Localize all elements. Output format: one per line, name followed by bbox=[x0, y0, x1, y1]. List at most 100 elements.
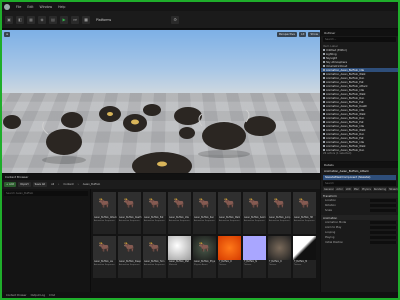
details-actor-name: Animation_Asian_Buffalo_Attack bbox=[324, 169, 369, 173]
asset-type: Animation Sequence bbox=[269, 219, 290, 222]
actor-icon bbox=[323, 129, 325, 131]
cmd-input[interactable]: Cmd bbox=[49, 294, 55, 297]
details-filter-tab[interactable]: Misc bbox=[352, 187, 360, 191]
asset-tile[interactable]: T_Buffalo_M Texture bbox=[293, 236, 316, 278]
actor-icon bbox=[323, 145, 325, 147]
asset-tile[interactable]: 🐂 Asian_Buffalo_Idle Animation Sequence bbox=[168, 192, 191, 234]
asset-tile[interactable]: T_Buffalo_R Texture bbox=[268, 236, 291, 278]
outliner-search-input[interactable]: Search... bbox=[323, 37, 396, 42]
import-button[interactable]: Import bbox=[18, 182, 31, 187]
breadcrumb-folder[interactable]: Asian_Buffalo bbox=[83, 183, 100, 186]
actor-icon bbox=[323, 141, 325, 143]
menu-edit[interactable]: Edit bbox=[27, 5, 33, 9]
status-bar: Content Drawer Output Log Cmd bbox=[2, 292, 398, 298]
mode-select-icon[interactable]: ◧ bbox=[16, 15, 24, 24]
buffalo-model bbox=[46, 129, 82, 155]
asset-tile[interactable]: T_Buffalo_D Texture bbox=[218, 236, 241, 278]
outliner-panel: Outliner Search... Item Label Untitled (… bbox=[321, 30, 398, 161]
content-folder-tree[interactable]: Search Asian_Buffalo bbox=[2, 189, 91, 298]
menu-file[interactable]: File bbox=[16, 5, 21, 9]
actor-icon bbox=[323, 81, 325, 83]
asset-thumbnail bbox=[268, 236, 291, 260]
actor-icon bbox=[323, 65, 325, 67]
property-value-field[interactable] bbox=[370, 198, 396, 203]
play-icon[interactable]: ▶ bbox=[60, 15, 68, 24]
asset-tile[interactable]: 🐂 Asian_Buffalo_Turn Animation Sequence bbox=[143, 236, 166, 278]
asset-tile[interactable]: 🐂 Asian_Buffalo_Hit Animation Sequence bbox=[293, 192, 316, 234]
property-value-field[interactable] bbox=[370, 220, 396, 225]
menu-help[interactable]: Help bbox=[58, 5, 65, 9]
save-all-button[interactable]: Save All bbox=[32, 182, 48, 187]
details-search-input[interactable]: Search bbox=[323, 181, 396, 186]
actor-icon bbox=[323, 97, 325, 99]
asset-type: Material bbox=[169, 263, 178, 266]
blueprint-icon[interactable]: ◈ bbox=[38, 15, 46, 24]
asset-thumbnail bbox=[218, 236, 241, 260]
breadcrumb-all[interactable]: All bbox=[51, 183, 54, 186]
asset-tile[interactable]: 🐂 Asian_Buffalo_Sleep Animation Sequence bbox=[118, 236, 141, 278]
actor-icon bbox=[323, 73, 325, 75]
actor-icon bbox=[323, 113, 325, 115]
asset-tile[interactable]: Asian_Buffalo_Mat Material bbox=[168, 236, 191, 278]
property-value-field[interactable] bbox=[370, 240, 396, 245]
details-filter-tab[interactable]: General bbox=[323, 187, 335, 191]
details-filter-tab[interactable]: Actor bbox=[335, 187, 344, 191]
asset-type: Texture bbox=[294, 263, 302, 266]
buffalo-model bbox=[143, 104, 161, 116]
output-log-button[interactable]: Output Log bbox=[31, 294, 45, 297]
property-value-field[interactable] bbox=[370, 203, 396, 208]
details-filter-tab[interactable]: LOD bbox=[344, 187, 352, 191]
cinematics-icon[interactable]: ▤ bbox=[49, 15, 57, 24]
details-property-row: Scale bbox=[321, 208, 398, 213]
property-value-field[interactable] bbox=[370, 230, 396, 235]
content-icon[interactable]: ▦ bbox=[27, 15, 35, 24]
outliner-row-label: Animation_Asian_Buffalo_Walk bbox=[326, 92, 366, 96]
asset-tile[interactable]: 🐂 Asian_Buffalo_Eat Animation Sequence bbox=[143, 192, 166, 234]
add-button[interactable]: + Add bbox=[4, 182, 17, 187]
asset-thumbnail: 🐂 bbox=[93, 236, 116, 260]
tab-outliner[interactable]: Outliner bbox=[324, 31, 335, 35]
details-component-row[interactable]: SkeletalMeshComponent (Skeletal) bbox=[323, 175, 396, 180]
unreal-logo-icon bbox=[4, 3, 10, 10]
asset-tile[interactable]: 🐂 Asian_Buffalo_Jump Animation Sequence bbox=[268, 192, 291, 234]
asset-tile[interactable]: 🐂 Asian_Buffalo_Run Animation Sequence bbox=[193, 192, 216, 234]
outliner-row-label: Animation_Asian_Buffalo_Run bbox=[326, 132, 365, 136]
outliner-row-label: SkyLight bbox=[326, 56, 338, 60]
outliner-row-label: Animation_Asian_Buffalo_Walk bbox=[326, 112, 366, 116]
stop-icon[interactable]: ■ bbox=[82, 15, 90, 24]
buffalo-model bbox=[179, 127, 195, 139]
asset-tile[interactable]: 🐂 Asian_Buffalo_Death Animation Sequence bbox=[118, 192, 141, 234]
asset-tile[interactable]: 🐂 Asian_Buffalo_Swim Animation Sequence bbox=[243, 192, 266, 234]
property-value-field[interactable] bbox=[370, 225, 396, 230]
property-value-field[interactable] bbox=[370, 235, 396, 240]
actor-icon bbox=[323, 89, 325, 91]
content-search-input[interactable]: Search Asian_Buffalo bbox=[4, 191, 88, 196]
content-drawer-button[interactable]: Content Drawer bbox=[6, 294, 27, 297]
asset-tile[interactable]: 🐂 Asian_Buffalo_Walk Animation Sequence bbox=[218, 192, 241, 234]
asset-tile[interactable]: 🐂 Asian_Buffalo_Lie Animation Sequence bbox=[93, 236, 116, 278]
menu-bar: File Edit Window Help bbox=[2, 2, 398, 11]
asset-thumbnail bbox=[243, 236, 266, 260]
property-value-field[interactable] bbox=[370, 208, 396, 213]
asset-tile[interactable]: 🐂 Asian_Buffalo_Attack Animation Sequence bbox=[93, 192, 117, 234]
skip-icon[interactable]: ⏭ bbox=[71, 15, 79, 24]
settings-icon[interactable]: ⚙ bbox=[171, 15, 180, 24]
level-viewport[interactable]: ≡ Perspective Lit Show bbox=[2, 30, 320, 173]
save-icon[interactable]: ▣ bbox=[5, 15, 13, 24]
outliner-row-label: Lighting bbox=[326, 52, 337, 56]
asset-tile[interactable]: 🐂 Asian_Buffalo_Phys Physics Asset bbox=[193, 236, 216, 278]
asset-type: Animation Sequence bbox=[119, 219, 140, 222]
details-filter-tab[interactable]: Rendering bbox=[372, 187, 388, 191]
asset-type: Texture bbox=[219, 263, 227, 266]
outliner-row-label: Animation_Asian_Buffalo_Eat bbox=[326, 136, 364, 140]
details-filter-tab[interactable]: Streaming bbox=[388, 187, 398, 191]
asset-tile[interactable]: T_Buffalo_N Texture bbox=[243, 236, 266, 278]
breadcrumb-content[interactable]: Content bbox=[63, 183, 73, 186]
actor-icon bbox=[323, 121, 325, 123]
actor-icon bbox=[323, 77, 325, 79]
property-label: Rotation bbox=[325, 204, 336, 207]
property-label: Initial Position bbox=[325, 241, 344, 244]
menu-window[interactable]: Window bbox=[40, 5, 53, 9]
platforms-button[interactable]: Platforms bbox=[96, 18, 111, 22]
details-filter-tab[interactable]: Physics bbox=[361, 187, 372, 191]
